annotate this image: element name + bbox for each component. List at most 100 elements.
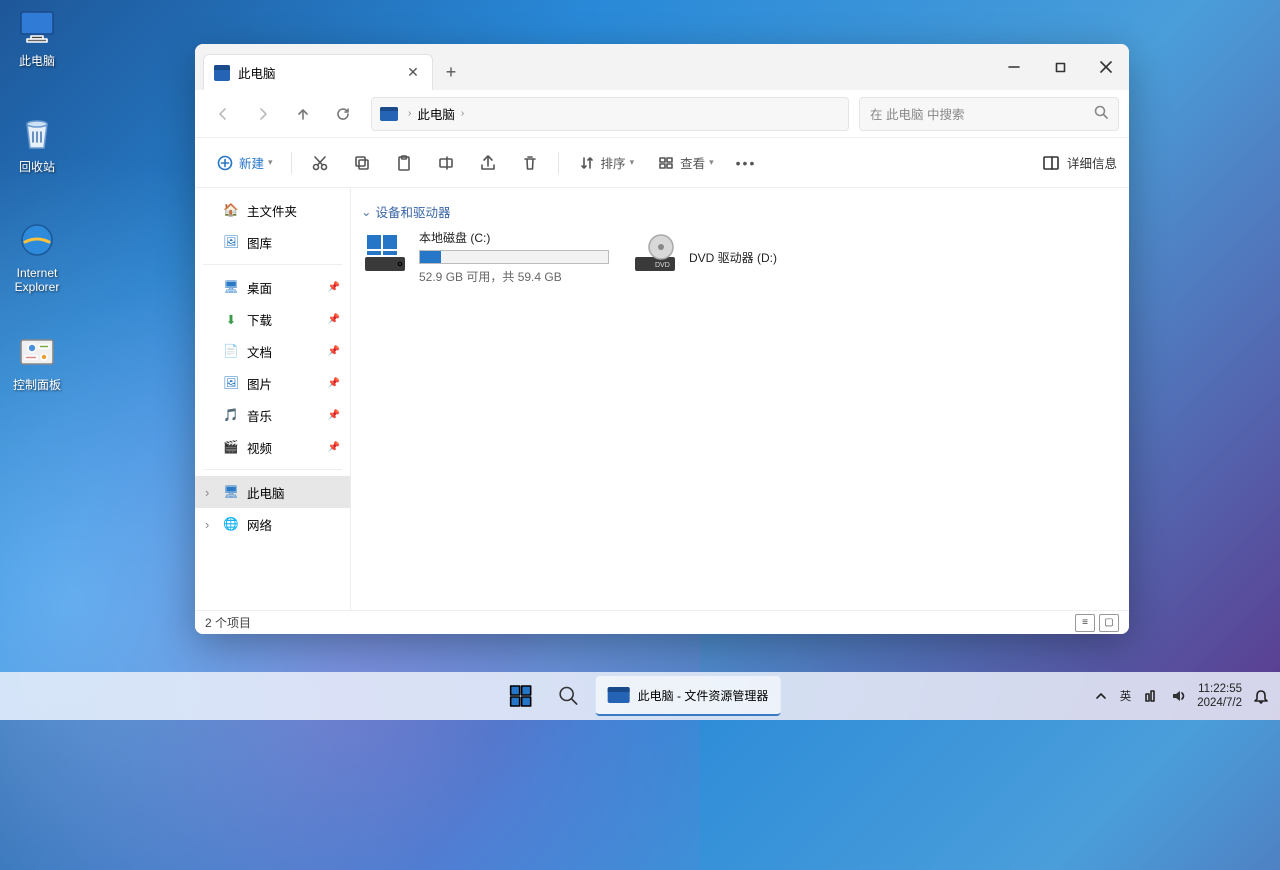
sidebar-home[interactable]: 🏠主文件夹 [195, 194, 350, 226]
control-panel-icon [15, 330, 59, 374]
view-label: 查看 [680, 153, 705, 172]
desktop-icon-recycle-bin[interactable]: 回收站 [0, 112, 74, 174]
search-input[interactable]: 在 此电脑 中搜索 [859, 97, 1119, 131]
start-button[interactable] [500, 675, 542, 717]
music-icon: 🎵 [223, 407, 239, 423]
close-tab-button[interactable]: ✕ [404, 64, 422, 82]
volume-icon[interactable] [1169, 687, 1187, 705]
sort-label: 排序 [601, 153, 626, 172]
close-window-button[interactable] [1083, 44, 1129, 90]
pin-icon: 📌 [328, 442, 340, 453]
download-icon: ⬇ [223, 311, 239, 327]
desktop-icon-control-panel[interactable]: 控制面板 [0, 330, 74, 392]
tray-overflow-button[interactable] [1092, 687, 1110, 705]
drive-dvd-d[interactable]: DVD DVD 驱动器 (D:) [631, 229, 831, 285]
forward-button[interactable] [245, 96, 281, 132]
separator [291, 152, 292, 174]
group-header-devices[interactable]: ⌄ 设备和驱动器 [361, 202, 1119, 221]
chevron-down-icon: ▾ [630, 157, 635, 168]
local-disk-icon [361, 229, 409, 277]
desktop-icon-this-pc[interactable]: 此电脑 [0, 6, 74, 68]
details-view-button[interactable]: ≡ [1075, 614, 1095, 632]
taskbar-app-explorer[interactable]: 此电脑 - 文件资源管理器 [596, 676, 781, 716]
notifications-button[interactable] [1252, 687, 1270, 705]
content-pane[interactable]: ⌄ 设备和驱动器 本地磁盘 (C:) 52.9 GB 可用，共 59.4 GB [351, 188, 1129, 610]
sidebar-desktop[interactable]: 🖥桌面📌 [195, 271, 350, 303]
network-icon: 🌐 [223, 516, 239, 532]
share-icon [478, 153, 498, 173]
paste-button[interactable] [386, 146, 422, 180]
security-icon[interactable] [1141, 687, 1159, 705]
file-explorer-window: 此电脑 ✕ + › 此电脑 › 在 此电脑 中搜索 新建 ▾ [195, 44, 1129, 634]
recycle-bin-icon [15, 112, 59, 156]
sidebar-videos[interactable]: 🎬视频📌 [195, 431, 350, 463]
desktop-icon-ie[interactable]: Internet Explorer [0, 218, 74, 294]
details-label: 详细信息 [1067, 153, 1117, 172]
pin-icon: 📌 [328, 282, 340, 293]
group-header-label: 设备和驱动器 [375, 202, 450, 221]
svg-text:DVD: DVD [655, 262, 670, 269]
navigation-bar: › 此电脑 › 在 此电脑 中搜索 [195, 90, 1129, 138]
sidebar-downloads[interactable]: ⬇下载📌 [195, 303, 350, 335]
address-bar[interactable]: › 此电脑 › [371, 97, 849, 131]
gallery-icon: 🖼 [223, 234, 239, 250]
sidebar-network[interactable]: 🌐网络 [195, 508, 350, 540]
new-tab-button[interactable]: + [433, 54, 469, 90]
view-button[interactable]: 查看 ▾ [648, 146, 722, 180]
large-icons-view-button[interactable]: ▢ [1099, 614, 1119, 632]
navigation-pane: 🏠主文件夹 🖼图库 🖥桌面📌 ⬇下载📌 📄文档📌 🖼图片📌 🎵音乐📌 🎬视频📌 … [195, 188, 351, 610]
ie-icon [15, 218, 59, 262]
new-button[interactable]: 新建 ▾ [207, 146, 281, 180]
rename-button[interactable] [428, 146, 464, 180]
system-tray: 英 11:22:55 2024/7/2 [1092, 682, 1280, 710]
breadcrumb-segment[interactable]: 此电脑 [417, 104, 455, 123]
new-label: 新建 [239, 153, 264, 172]
chevron-right-icon: › [408, 108, 411, 119]
search-button[interactable] [548, 675, 590, 717]
delete-button[interactable] [512, 146, 548, 180]
pin-icon: 📌 [328, 378, 340, 389]
capacity-fill [420, 251, 441, 263]
details-pane-button[interactable]: 详细信息 [1041, 153, 1117, 173]
sidebar-this-pc[interactable]: 🖥此电脑 [195, 476, 350, 508]
drive-local-disk-c[interactable]: 本地磁盘 (C:) 52.9 GB 可用，共 59.4 GB [361, 229, 611, 285]
share-button[interactable] [470, 146, 506, 180]
rename-icon [436, 153, 456, 173]
plus-circle-icon [215, 153, 235, 173]
refresh-button[interactable] [325, 96, 361, 132]
desktop-icon-label: 此电脑 [19, 54, 55, 68]
toolbar: 新建 ▾ 排序 ▾ 查看 ▾ ••• 详细信息 [195, 138, 1129, 188]
this-pc-icon [214, 65, 230, 81]
chevron-down-icon: ⌄ [361, 204, 371, 219]
separator [558, 152, 559, 174]
more-button[interactable]: ••• [728, 146, 765, 180]
document-icon: 📄 [223, 343, 239, 359]
pin-icon: 📌 [328, 410, 340, 421]
minimize-button[interactable] [991, 44, 1037, 90]
separator [203, 469, 342, 470]
home-icon: 🏠 [223, 202, 239, 218]
desktop-icon-label: 回收站 [19, 160, 55, 174]
ellipsis-icon: ••• [736, 155, 757, 171]
sidebar-pictures[interactable]: 🖼图片📌 [195, 367, 350, 399]
back-button[interactable] [205, 96, 241, 132]
cut-button[interactable] [302, 146, 338, 180]
clock[interactable]: 11:22:55 2024/7/2 [1197, 682, 1242, 710]
scissors-icon [310, 153, 330, 173]
window-tab[interactable]: 此电脑 ✕ [203, 54, 433, 90]
view-icon [656, 153, 676, 173]
maximize-button[interactable] [1037, 44, 1083, 90]
dvd-drive-icon: DVD [631, 229, 679, 277]
sidebar-gallery[interactable]: 🖼图库 [195, 226, 350, 258]
up-button[interactable] [285, 96, 321, 132]
pin-icon: 📌 [328, 314, 340, 325]
copy-button[interactable] [344, 146, 380, 180]
trash-icon [520, 153, 540, 173]
desktop-icon-label: 控制面板 [13, 378, 61, 392]
sidebar-music[interactable]: 🎵音乐📌 [195, 399, 350, 431]
ime-indicator[interactable]: 英 [1120, 688, 1132, 704]
separator [203, 264, 342, 265]
sidebar-documents[interactable]: 📄文档📌 [195, 335, 350, 367]
sort-button[interactable]: 排序 ▾ [569, 146, 643, 180]
time-text: 11:22:55 [1197, 682, 1242, 696]
